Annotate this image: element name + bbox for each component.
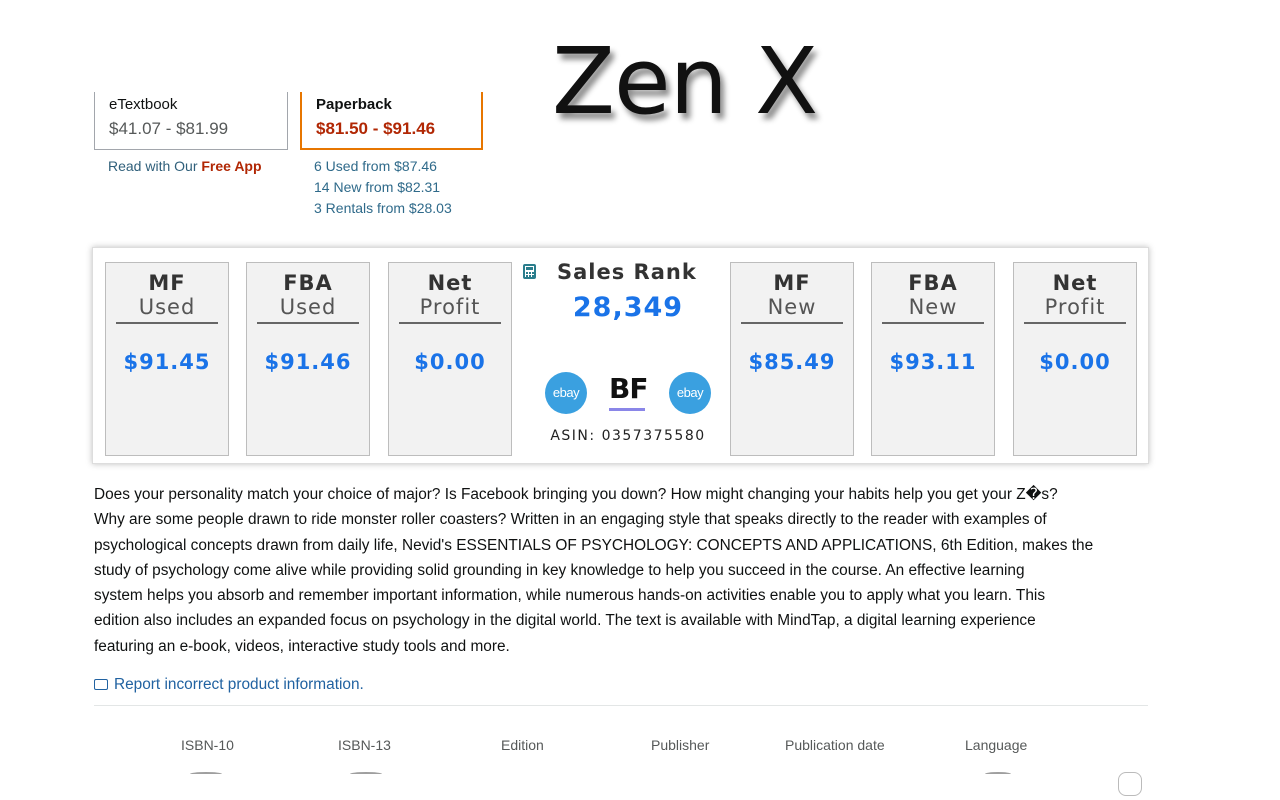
- card-sublabel: Profit: [1044, 295, 1106, 319]
- card-sublabel: New: [767, 295, 817, 319]
- format-name: eTextbook: [109, 96, 178, 113]
- sales-rank-label: Sales Rank: [557, 260, 697, 284]
- bf-underline: [609, 408, 645, 411]
- free-app-link-prefix: Read with Our: [108, 158, 202, 174]
- asin-label: ASIN: 0357375580: [550, 428, 706, 444]
- net-profit-new-card[interactable]: Net Profit $0.00: [1013, 262, 1137, 456]
- spec-label-publication-date: Publication date: [785, 737, 885, 753]
- free-app-link[interactable]: Read with Our Free App: [108, 156, 262, 177]
- used-offers-link[interactable]: 6 Used from $87.46: [314, 156, 452, 177]
- card-divider: [257, 322, 359, 324]
- card-label: Net: [1052, 271, 1098, 295]
- card-divider: [741, 322, 843, 324]
- description-line: Why are some people drawn to ride monste…: [94, 511, 1047, 529]
- calculator-icon[interactable]: [523, 264, 536, 279]
- card-divider: [1024, 322, 1126, 324]
- format-name: Paperback: [316, 96, 392, 113]
- spec-label-edition: Edition: [501, 737, 544, 753]
- card-divider: [882, 322, 984, 324]
- card-divider: [399, 322, 501, 324]
- bf-logo-icon[interactable]: BF: [609, 372, 648, 405]
- brand-title: Zen X: [552, 28, 818, 135]
- card-sublabel: Profit: [419, 295, 481, 319]
- card-value: $91.45: [123, 350, 211, 374]
- description-line: featuring an e-book, videos, interactive…: [94, 637, 510, 655]
- sales-rank-value: 28,349: [572, 292, 684, 323]
- description-line: edition also includes an expanded focus …: [94, 612, 1036, 630]
- format-price: $41.07 - $81.99: [109, 119, 229, 138]
- carousel-next-button[interactable]: [1118, 772, 1142, 796]
- mf-new-card[interactable]: MF New $85.49: [730, 262, 854, 456]
- spec-label-isbn10: ISBN-10: [181, 737, 234, 753]
- card-label: Net: [427, 271, 473, 295]
- card-sublabel: Used: [138, 295, 196, 319]
- card-sublabel: New: [908, 295, 958, 319]
- card-label: FBA: [908, 271, 958, 295]
- isbn13-icon: [350, 772, 382, 776]
- spec-label-publisher: Publisher: [651, 737, 710, 753]
- description-line: psychological concepts drawn from daily …: [94, 536, 1094, 554]
- card-divider: [116, 322, 218, 324]
- report-incorrect-info-link[interactable]: Report incorrect product information.: [94, 676, 364, 694]
- mf-used-card[interactable]: MF Used $91.45: [105, 262, 229, 456]
- sales-rank-section: Sales Rank 28,349 ebay BF ebay ASIN: 035…: [513, 248, 723, 463]
- pricing-widget: MF Used $91.45 FBA Used $91.46 Net Profi…: [92, 247, 1149, 464]
- card-label: MF: [148, 271, 186, 295]
- product-description: Does your personality match your choice …: [94, 482, 1154, 659]
- report-link-label: Report incorrect product information.: [114, 676, 364, 693]
- fba-used-card[interactable]: FBA Used $91.46: [246, 262, 370, 456]
- card-label: MF: [773, 271, 811, 295]
- isbn10-icon: [190, 772, 222, 776]
- card-label: FBA: [283, 271, 333, 295]
- spec-label-language: Language: [965, 737, 1028, 753]
- ebay-icon[interactable]: ebay: [545, 372, 587, 414]
- ebay-icon[interactable]: ebay: [669, 372, 711, 414]
- rental-offers-link[interactable]: 3 Rentals from $28.03: [314, 198, 452, 219]
- format-option-etextbook[interactable]: eTextbook $41.07 - $81.99: [94, 92, 288, 150]
- section-divider: [94, 705, 1148, 706]
- description-line: study of psychology come alive while pro…: [94, 561, 1025, 579]
- card-sublabel: Used: [279, 295, 337, 319]
- card-value: $0.00: [1039, 350, 1111, 374]
- card-value: $93.11: [889, 350, 977, 374]
- card-value: $85.49: [748, 350, 836, 374]
- card-value: $91.46: [264, 350, 352, 374]
- format-option-paperback[interactable]: Paperback $81.50 - $91.46: [300, 92, 483, 150]
- net-profit-used-card[interactable]: Net Profit $0.00: [388, 262, 512, 456]
- description-line: system helps you absorb and remember imp…: [94, 587, 1046, 605]
- offer-links: 6 Used from $87.46 14 New from $82.31 3 …: [314, 156, 452, 219]
- description-line: Does your personality match your choice …: [94, 486, 1058, 503]
- fba-new-card[interactable]: FBA New $93.11: [871, 262, 995, 456]
- format-price: $81.50 - $91.46: [316, 119, 436, 138]
- card-value: $0.00: [414, 350, 486, 374]
- new-offers-link[interactable]: 14 New from $82.31: [314, 177, 452, 198]
- free-app-link-bold: Free App: [201, 158, 262, 174]
- comment-icon: [94, 679, 108, 690]
- spec-label-isbn13: ISBN-13: [338, 737, 391, 753]
- language-icon: [985, 772, 1011, 776]
